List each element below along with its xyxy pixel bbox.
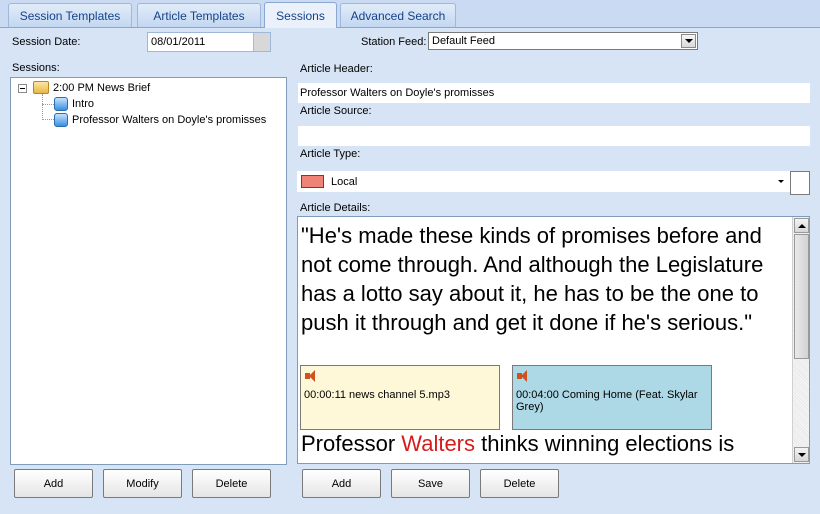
article-icon bbox=[54, 113, 68, 127]
chevron-down-icon bbox=[684, 39, 693, 43]
article-type-value: Local bbox=[331, 175, 358, 188]
station-feed-dropdown-button[interactable] bbox=[681, 34, 696, 48]
article-details-label: Article Details: bbox=[300, 202, 371, 214]
audio-clip[interactable]: 00:00:11 news channel 5.mp3 bbox=[300, 365, 500, 430]
session-date-value: 08/01/2011 bbox=[151, 36, 206, 48]
audio-clip-label: 00:00:11 news channel 5.mp3 bbox=[304, 389, 450, 401]
tab-session-templates[interactable]: Session Templates bbox=[8, 3, 132, 27]
sessions-label: Sessions: bbox=[12, 62, 60, 74]
tree-connector bbox=[42, 104, 54, 105]
delete-session-button[interactable]: Delete bbox=[192, 469, 271, 498]
save-article-button[interactable]: Save bbox=[391, 469, 470, 498]
tree-item-label: Professor Walters on Doyle's promisses bbox=[72, 114, 267, 126]
tab-sessions[interactable]: Sessions bbox=[264, 2, 337, 28]
tab-advanced-search[interactable]: Advanced Search bbox=[340, 3, 456, 27]
folder-icon bbox=[33, 81, 49, 94]
tree-item-label: 2:00 PM News Brief bbox=[53, 81, 151, 94]
tree-item-article[interactable]: Professor Walters on Doyle's promisses bbox=[54, 113, 266, 127]
delete-article-button[interactable]: Delete bbox=[480, 469, 559, 498]
sessions-panel: Session Date: 08/01/2011 Station Feed: D… bbox=[0, 27, 820, 514]
article-source-label: Article Source: bbox=[300, 105, 372, 117]
article-header-label: Article Header: bbox=[300, 63, 373, 75]
article-quote-text: "He's made these kinds of promises befor… bbox=[301, 223, 764, 335]
station-feed-select[interactable]: Default Feed bbox=[428, 32, 698, 50]
chevron-down-icon bbox=[778, 180, 784, 183]
tree-item-article[interactable]: Intro bbox=[54, 97, 94, 111]
tree-item-session[interactable]: 2:00 PM News Brief bbox=[33, 81, 150, 94]
tab-article-templates[interactable]: Article Templates bbox=[137, 3, 261, 27]
speaker-icon bbox=[516, 369, 532, 383]
highlighted-name: Walters bbox=[401, 431, 476, 456]
details-scrollbar[interactable] bbox=[792, 217, 809, 463]
session-date-field[interactable]: 08/01/2011 bbox=[147, 32, 271, 52]
tree-connector bbox=[42, 94, 43, 120]
type-color-swatch bbox=[301, 175, 324, 188]
arrow-up-icon bbox=[797, 223, 806, 228]
station-feed-value: Default Feed bbox=[432, 35, 495, 47]
speaker-icon bbox=[304, 369, 320, 383]
scroll-up-button[interactable] bbox=[794, 218, 809, 233]
station-feed-label: Station Feed: bbox=[361, 36, 427, 48]
article-source-field[interactable] bbox=[298, 126, 810, 146]
follow-text-pre: Professor bbox=[301, 431, 402, 456]
audio-clip[interactable]: 00:04:00 Coming Home (Feat. Skylar Grey) bbox=[512, 365, 712, 430]
audio-clip-label: 00:04:00 Coming Home (Feat. Skylar Grey) bbox=[516, 389, 698, 413]
add-session-button[interactable]: Add bbox=[14, 469, 93, 498]
article-header-field[interactable]: Professor Walters on Doyle's promisses bbox=[298, 83, 810, 103]
article-type-select[interactable]: Local bbox=[297, 171, 790, 192]
article-type-dropdown-button[interactable] bbox=[774, 174, 788, 190]
type-color-picker[interactable] bbox=[790, 171, 810, 195]
arrow-down-icon bbox=[797, 452, 806, 457]
scrollbar-thumb[interactable] bbox=[794, 234, 809, 359]
modify-session-button[interactable]: Modify bbox=[103, 469, 182, 498]
collapse-icon[interactable] bbox=[18, 84, 27, 93]
date-picker-button[interactable] bbox=[253, 33, 270, 51]
add-article-button[interactable]: Add bbox=[302, 469, 381, 498]
article-icon bbox=[54, 97, 68, 111]
article-header-value: Professor Walters on Doyle's promisses bbox=[300, 87, 495, 99]
article-details-editor[interactable]: "He's made these kinds of promises befor… bbox=[297, 216, 810, 464]
scroll-down-button[interactable] bbox=[794, 447, 809, 462]
tab-strip: Session Templates Article Templates Sess… bbox=[0, 0, 820, 28]
sessions-tree[interactable]: 2:00 PM News Brief Intro Professor Walte… bbox=[10, 77, 287, 465]
follow-text-post: thinks winning elections is bbox=[475, 431, 735, 456]
session-date-label: Session Date: bbox=[12, 36, 81, 48]
tree-connector bbox=[42, 119, 54, 120]
article-follow-text: Professor Walters thinks winning electio… bbox=[301, 429, 791, 458]
tree-item-label: Intro bbox=[72, 98, 95, 110]
article-type-label: Article Type: bbox=[300, 148, 361, 160]
